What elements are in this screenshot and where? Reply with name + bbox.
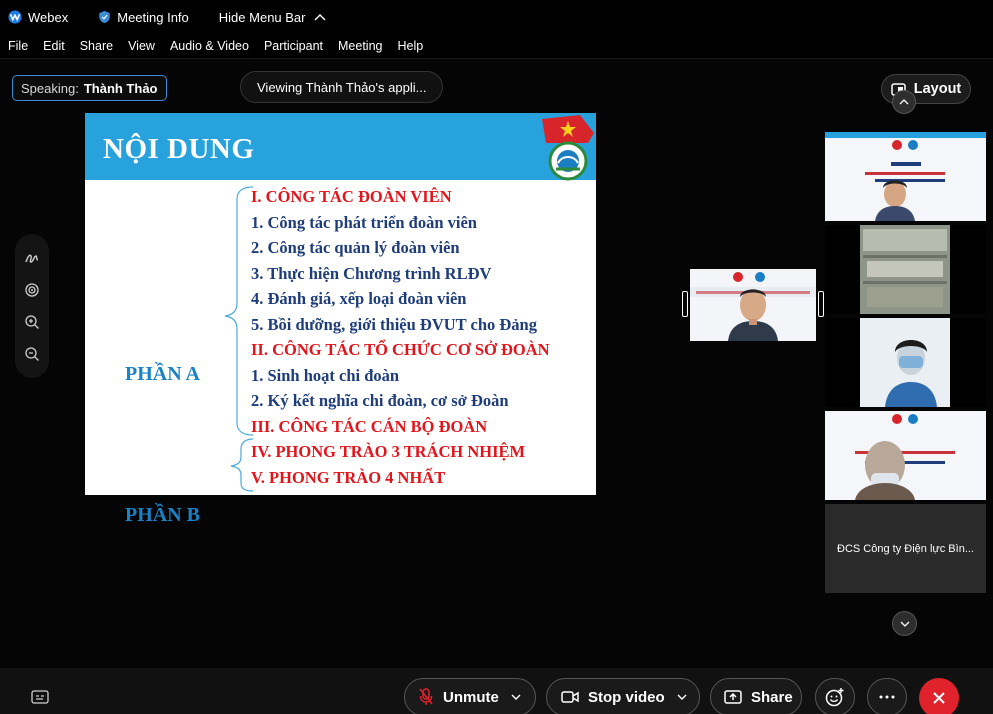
slide-line: 3. Thực hiện Chương trình RLĐV [251, 263, 492, 283]
participant-video-tile[interactable] [825, 225, 986, 314]
video-resize-handle-right[interactable] [818, 291, 824, 317]
video-resize-handle-left[interactable] [682, 291, 688, 317]
leave-meeting-button[interactable] [919, 678, 959, 714]
zoom-out-icon[interactable] [24, 346, 40, 362]
menu-meeting[interactable]: Meeting [338, 39, 382, 53]
slide-line: V. PHONG TRÀO 4 NHẤT [251, 467, 446, 487]
captions-icon[interactable] [31, 690, 49, 704]
participant-name-tile[interactable]: ĐCS Công ty Điện lực Bìn... [825, 504, 986, 593]
share-button[interactable]: Share [710, 678, 802, 714]
more-dots-icon [879, 695, 895, 699]
speaker-video-frame [690, 269, 816, 341]
webex-window: Webex Meeting Info Hide Menu Bar File Ed… [0, 0, 993, 714]
annotation-toolbar [15, 234, 49, 378]
slide-header: NỘI DUNG [85, 113, 596, 181]
participant-video-tile[interactable] [825, 318, 986, 407]
muted-microphone-icon [419, 688, 433, 705]
viewing-share-indicator[interactable]: Viewing Thành Thảo's appli... [240, 71, 444, 103]
reactions-button[interactable] [815, 678, 855, 714]
viewing-label: Viewing Thành Thảo's appli... [257, 79, 427, 95]
slide-line: 5. Bồi dưỡng, giới thiệu ĐVUT cho Đảng [251, 314, 537, 334]
menu-file[interactable]: File [8, 39, 28, 53]
unmute-label: Unmute [443, 688, 499, 706]
slide-line: 1. Sinh hoạt chi đoàn [251, 365, 400, 385]
video-camera-icon [561, 691, 579, 703]
part-b-label: PHẦN B [125, 504, 200, 526]
hide-menu-bar-label: Hide Menu Bar [218, 9, 306, 25]
participant-video-tile[interactable] [825, 411, 986, 500]
stop-video-label: Stop video [588, 688, 665, 706]
unmute-button[interactable]: Unmute [404, 678, 536, 714]
share-screen-icon [724, 690, 742, 704]
menu-bar: File Edit Share View Audio & Video Parti… [0, 34, 993, 58]
slide-line: I. CÔNG TÁC ĐOÀN VIÊN [251, 187, 452, 206]
slide-line: III. CÔNG TÁC CÁN BỘ ĐOÀN [251, 416, 488, 436]
stop-video-button[interactable]: Stop video [546, 678, 700, 714]
active-speaker-badge: Speaking: Thành Thảo [12, 75, 167, 101]
menu-view[interactable]: View [128, 39, 155, 53]
youth-union-emblem-icon [542, 115, 594, 181]
active-speaker-video[interactable] [690, 269, 816, 341]
menu-audio-video[interactable]: Audio & Video [170, 39, 249, 53]
app-name: Webex [28, 9, 69, 25]
participant-video-frame [825, 318, 986, 407]
speaking-label: Speaking: [21, 80, 79, 96]
shared-slide: NỘI DUNG PHẦN A PHẦN B I. CÔNG TÁC ĐOÀN … [85, 113, 596, 526]
slide-line: IV. PHONG TRÀO 3 TRÁCH NHIỆM [251, 442, 526, 461]
part-a-label: PHẦN A [125, 363, 200, 385]
slide-line: 2. Công tác quản lý đoàn viên [251, 238, 460, 257]
scroll-down-button[interactable] [892, 611, 917, 636]
speaking-name: Thành Thảo [83, 80, 158, 96]
participant-video-frame [825, 225, 986, 314]
participant-panel: ĐCS Công ty Điện lực Bìn... [825, 73, 986, 597]
pointer-icon[interactable] [24, 282, 40, 298]
section-brace [224, 186, 254, 492]
chevron-down-icon [900, 621, 909, 627]
slide-line: 2. Ký kết nghĩa chi đoàn, cơ sở Đoàn [251, 391, 509, 410]
slide-line: 1. Công tác phát triển đoàn viên [251, 212, 477, 232]
chevron-down-icon[interactable] [677, 694, 687, 700]
menu-participant[interactable]: Participant [264, 39, 323, 53]
chevron-down-icon[interactable] [511, 694, 521, 700]
more-options-button[interactable] [867, 678, 907, 714]
menu-share[interactable]: Share [80, 39, 113, 53]
share-label: Share [751, 688, 793, 706]
emoji-reaction-icon [825, 688, 844, 707]
meeting-info-button[interactable]: Meeting Info [98, 10, 189, 25]
meeting-controls-bar: Unmute Stop video Share [0, 668, 993, 714]
slide-line: 4. Đánh giá, xếp loại đoàn viên [251, 289, 467, 308]
menu-help[interactable]: Help [397, 39, 423, 53]
participant-name: ĐCS Công ty Điện lực Bìn... [837, 542, 974, 555]
participant-video-frame [825, 132, 986, 221]
zoom-in-icon[interactable] [24, 314, 40, 330]
meeting-info-label: Meeting Info [117, 9, 189, 25]
participant-video-tile[interactable] [825, 132, 986, 221]
menu-edit[interactable]: Edit [43, 39, 65, 53]
title-bar: Webex Meeting Info Hide Menu Bar [0, 0, 993, 34]
close-icon [933, 692, 945, 704]
slide-line: II. CÔNG TÁC TỔ CHỨC CƠ SỞ ĐOÀN [251, 340, 550, 359]
webex-app-title: Webex [8, 10, 68, 25]
hide-menu-bar-button[interactable]: Hide Menu Bar [219, 10, 326, 25]
annotate-pen-icon[interactable] [24, 250, 40, 266]
shield-icon [99, 10, 110, 24]
slide-content-list: I. CÔNG TÁC ĐOÀN VIÊN 1. Công tác phát t… [251, 184, 550, 490]
webex-logo-icon [8, 10, 22, 24]
participant-video-frame [825, 411, 986, 500]
slide-title: NỘI DUNG [103, 133, 255, 165]
chevron-up-icon [314, 14, 325, 21]
